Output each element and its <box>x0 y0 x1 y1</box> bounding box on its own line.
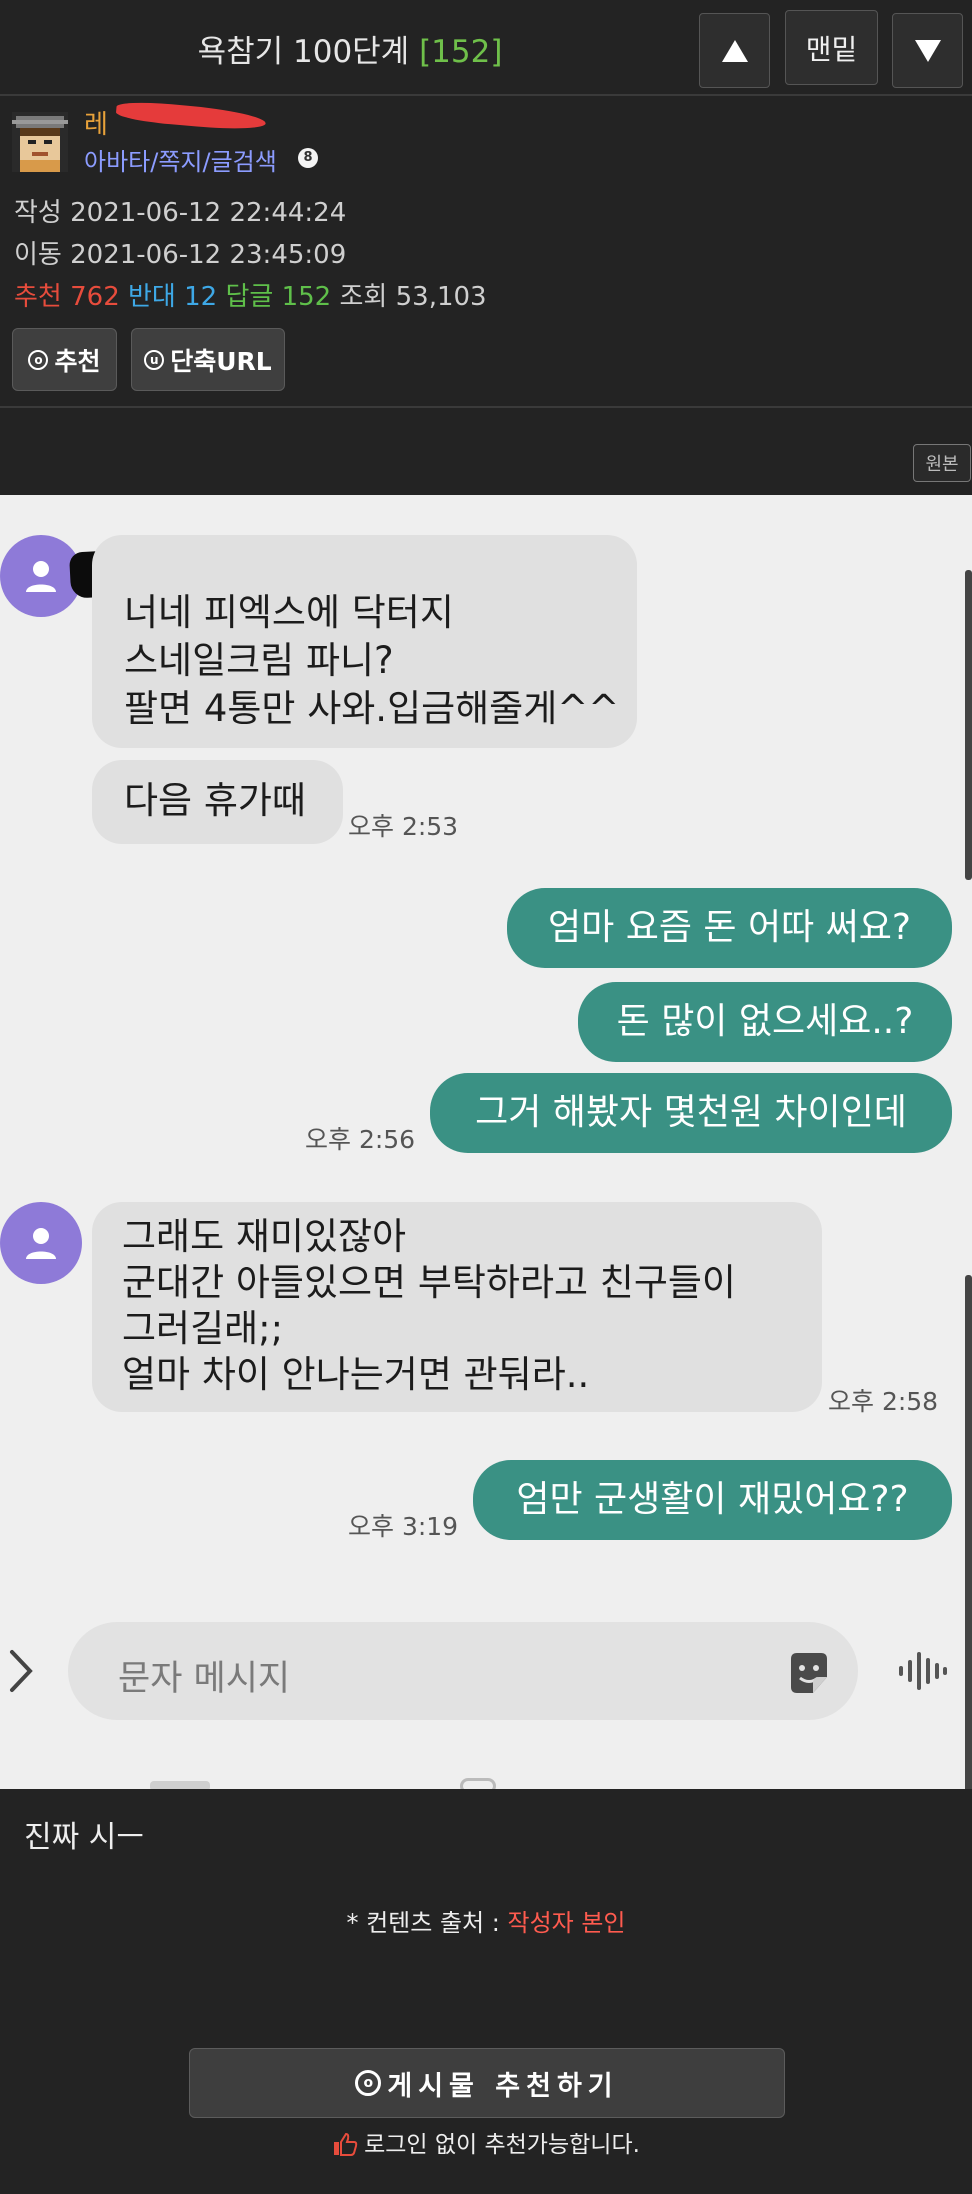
sticker-icon[interactable] <box>785 1649 833 1697</box>
message-bubble: 그래도 재미있잖아 군대간 아들있으면 부탁하라고 친구들이 그러길래;; 얼마… <box>92 1202 822 1412</box>
message-bubble-sent: 엄마 요즘 돈 어따 써요? <box>507 888 952 968</box>
written-date: 작성 2021-06-12 22:44:24 <box>14 198 347 228</box>
scroll-up-button[interactable] <box>699 13 770 88</box>
go-bottom-button[interactable]: 맨밑 <box>785 10 878 85</box>
person-icon <box>26 1228 56 1259</box>
message-line: 그래도 재미있잖아 <box>122 1215 407 1258</box>
message-time: 오후 3:19 <box>348 1512 459 1541</box>
message-line: 다음 휴가때 <box>124 779 306 822</box>
message-bubble-sent: 돈 많이 없으세요..? <box>578 982 952 1062</box>
scrollbar[interactable] <box>965 1275 972 1789</box>
post-stats: 추천 762 반대 12 답글 152 조회 53,103 <box>14 276 487 313</box>
top-bar: 욕참기 100단계 [152] 맨밑 <box>0 0 972 96</box>
short-url-label: 단축URL <box>170 346 272 376</box>
divider <box>0 406 972 408</box>
message-time: 오후 2:56 <box>305 1125 416 1154</box>
message-bubble-sent: 엄만 군생활이 재밌어요?? <box>473 1460 952 1540</box>
person-icon <box>26 561 56 592</box>
level-badge: 8 <box>298 148 318 168</box>
message-line: 얼마 차이 안나는거면 관둬라.. <box>122 1353 590 1396</box>
author-links[interactable]: 아바타/쪽지/글검색 <box>84 142 277 177</box>
recommend-icon: o <box>355 2070 382 2096</box>
message-bubble: 다음 휴가때 <box>92 760 343 844</box>
author-name[interactable]: 레 <box>84 104 108 141</box>
message-time: 오후 2:58 <box>828 1387 939 1416</box>
login-note: 로그인 없이 추천가능합니다. <box>0 2125 972 2159</box>
recommend-button-label: 추천 <box>54 346 101 376</box>
views-count: 53,103 <box>395 282 487 312</box>
oppose-count: 12 <box>184 282 218 312</box>
post-recommend-button[interactable]: o 게시물 추천하기 <box>189 2048 785 2118</box>
recommend-icon: o <box>28 349 49 370</box>
message-bubble: 너네 피엑스에 닥터지 스네일크림 파니? 팔면 4통만 사와.입금해줄게^^ <box>92 535 637 748</box>
content-source: * 컨텐츠 출처 : 작성자 본인 <box>0 1903 972 1938</box>
message-input-placeholder: 문자 메시지 <box>118 1659 291 1699</box>
reply-count-meta: 152 <box>281 282 332 312</box>
oppose-label: 반대 <box>128 282 176 312</box>
recommend-label: 추천 <box>14 282 62 312</box>
redaction-mark <box>115 99 267 133</box>
moved-date: 이동 2021-06-12 23:45:09 <box>14 240 347 270</box>
post-body-text: 진짜 시ㅡ <box>24 1820 144 1855</box>
message-bubble-sent: 그거 해봤자 몇천원 차이인데 <box>430 1073 952 1153</box>
nav-bar-hint <box>150 1781 210 1789</box>
short-url-button[interactable]: u 단축URL <box>131 328 285 391</box>
message-line: 군대간 아들있으면 부탁하라고 친구들이 <box>122 1261 736 1304</box>
contact-avatar <box>0 1202 82 1284</box>
thumbs-up-icon <box>334 2132 358 2156</box>
scrollbar[interactable] <box>965 570 972 880</box>
views-label: 조회 <box>339 282 388 312</box>
recommend-button[interactable]: o 추천 <box>12 328 117 391</box>
reply-count: [152] <box>419 34 503 70</box>
arrow-up-icon <box>721 39 748 62</box>
original-image-button[interactable]: 원본 <box>913 444 971 482</box>
arrow-down-icon <box>914 39 941 62</box>
message-line: 그러길래;; <box>122 1307 284 1350</box>
message-line: 팔면 4통만 사와.입금해줄게^^ <box>124 687 620 730</box>
login-note-text: 로그인 없이 추천가능합니다. <box>364 2132 640 2158</box>
nav-bar-hint <box>460 1778 496 1789</box>
message-line: 너네 피엑스에 닥터지 <box>124 591 454 634</box>
post-title-text: 욕참기 100단계 <box>197 34 410 70</box>
source-label: * 컨텐츠 출처 : <box>346 1909 508 1937</box>
reply-label: 답글 <box>225 282 274 312</box>
message-time: 오후 2:53 <box>348 812 459 841</box>
voice-icon[interactable] <box>897 1648 949 1694</box>
post-recommend-label: 게시물 추천하기 <box>387 2070 619 2102</box>
message-input[interactable]: 문자 메시지 <box>68 1622 858 1720</box>
chat-screenshot: 너네 피엑스에 닥터지 스네일크림 파니? 팔면 4통만 사와.입금해줄게^^ … <box>0 495 972 1789</box>
chevron-right-icon[interactable] <box>6 1648 36 1694</box>
message-line: 스네일크림 파니? <box>124 639 394 682</box>
recommend-count: 762 <box>70 282 120 312</box>
url-icon: u <box>144 349 165 370</box>
author-avatar <box>12 112 68 172</box>
scroll-down-button[interactable] <box>892 13 963 88</box>
source-value: 작성자 본인 <box>507 1909 626 1937</box>
post-title: 욕참기 100단계 [152] <box>0 26 700 71</box>
